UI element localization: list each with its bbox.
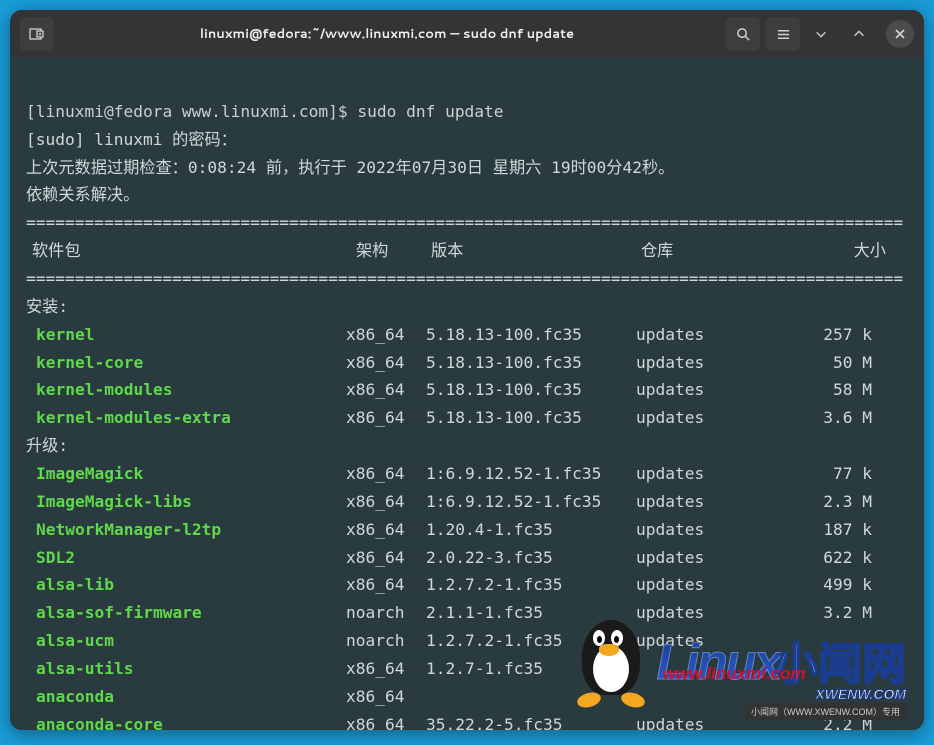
- terminal-window: linuxmi@fedora:~/www.linuxmi.com — sudo …: [10, 10, 924, 730]
- titlebar: linuxmi@fedora:~/www.linuxmi.com — sudo …: [10, 10, 924, 58]
- table-row: anaconda-corex86_6435.22.2-5.fc35updates…: [26, 711, 908, 730]
- search-button[interactable]: [726, 17, 760, 51]
- table-row: ImageMagickx86_641:6.9.12.52-1.fc35updat…: [26, 460, 908, 488]
- table-row: kernel-modules-extrax86_645.18.13-100.fc…: [26, 404, 908, 432]
- maximize-button[interactable]: [842, 17, 876, 51]
- header-size: 大小: [836, 237, 886, 265]
- table-row: kernel-modulesx86_645.18.13-100.fc35upda…: [26, 376, 908, 404]
- divider: ========================================…: [26, 209, 908, 237]
- header-arch: 架构: [356, 237, 431, 265]
- section-upgrade: 升级:: [26, 436, 68, 455]
- close-button[interactable]: [886, 20, 914, 48]
- menu-button[interactable]: [766, 17, 800, 51]
- header-repo: 仓库: [641, 237, 836, 265]
- new-tab-button[interactable]: [20, 17, 54, 51]
- prompt: [linuxmi@fedora www.linuxmi.com]$: [26, 102, 357, 121]
- command: sudo dnf update: [357, 102, 503, 121]
- deps-line: 依赖关系解决。: [26, 185, 139, 204]
- sudo-prompt: [sudo] linuxmi 的密码：: [26, 130, 237, 149]
- table-row: alsa-utilsx86_641.2.7-1.fc35: [26, 655, 908, 683]
- terminal-content[interactable]: [linuxmi@fedora www.linuxmi.com]$ sudo d…: [10, 58, 924, 730]
- table-row: alsa-ucmnoarch1.2.7.2-1.fc35updates: [26, 627, 908, 655]
- table-row: SDL2x86_642.0.22-3.fc35updates622 k: [26, 544, 908, 572]
- table-row: kernelx86_645.18.13-100.fc35updates257 k: [26, 321, 908, 349]
- divider: ========================================…: [26, 265, 908, 293]
- table-header: 软件包架构版本仓库大小: [26, 237, 908, 265]
- table-row: alsa-libx86_641.2.7.2-1.fc35updates499 k: [26, 571, 908, 599]
- metadata-line: 上次元数据过期检查：0:08:24 前，执行于 2022年07月30日 星期六 …: [26, 158, 674, 177]
- table-row: kernel-corex86_645.18.13-100.fc35updates…: [26, 349, 908, 377]
- header-version: 版本: [431, 237, 641, 265]
- minimize-button[interactable]: [804, 17, 838, 51]
- table-row: anacondax86_64: [26, 683, 908, 711]
- table-row: NetworkManager-l2tpx86_641.20.4-1.fc35up…: [26, 516, 908, 544]
- header-name: 软件包: [26, 237, 356, 265]
- window-title: linuxmi@fedora:~/www.linuxmi.com — sudo …: [54, 25, 720, 43]
- table-row: ImageMagick-libsx86_641:6.9.12.52-1.fc35…: [26, 488, 908, 516]
- table-row: alsa-sof-firmwarenoarch2.1.1-1.fc35updat…: [26, 599, 908, 627]
- section-install: 安装:: [26, 297, 68, 316]
